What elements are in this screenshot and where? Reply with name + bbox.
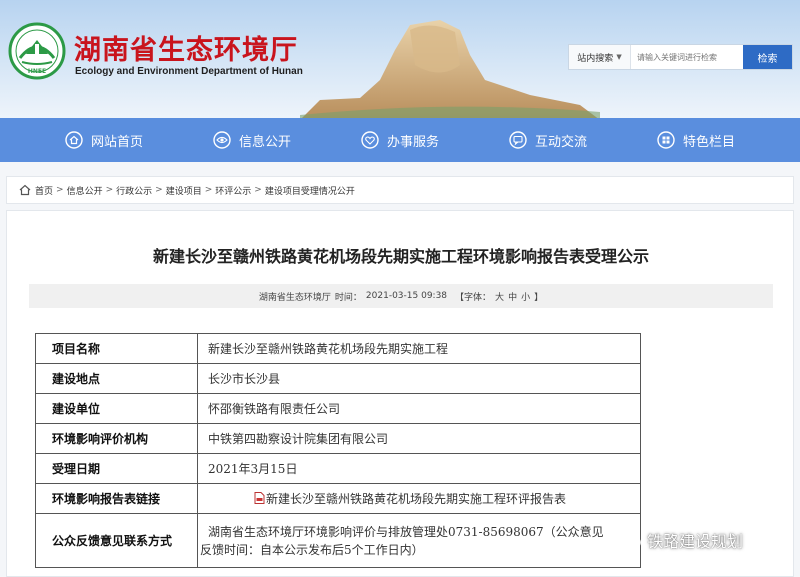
home-icon bbox=[19, 184, 31, 196]
font-size-small[interactable]: 小 bbox=[521, 290, 530, 303]
nav-item-info[interactable]: 信息公开 bbox=[213, 131, 291, 150]
table-row: 环境影响评价机构 中铁第四勘察设计院集团有限公司 bbox=[35, 423, 641, 454]
nav-item-home[interactable]: 网站首页 bbox=[65, 131, 143, 150]
table-row: 环境影响报告表链接 新建长沙至赣州铁路黄花机场段先期实施工程环评报告表 bbox=[35, 483, 641, 514]
table-value: 2021年3月15日 bbox=[197, 453, 641, 484]
site-subtitle: Ecology and Environment Department of Hu… bbox=[75, 66, 303, 77]
home-icon bbox=[65, 131, 83, 149]
nav-item-label: 网站首页 bbox=[90, 134, 143, 150]
search-scope-select[interactable]: 站内搜索 ▼ bbox=[569, 45, 631, 69]
nav-item-featured[interactable]: 特色栏目 bbox=[657, 131, 735, 150]
statue-illustration bbox=[300, 20, 600, 118]
search-button[interactable]: 检索 bbox=[743, 45, 792, 69]
table-key: 环境影响报告表链接 bbox=[35, 483, 198, 514]
search-input[interactable] bbox=[631, 45, 743, 69]
page: HNEE 湖南省生态环境厅 Ecology and Environment De… bbox=[0, 0, 800, 577]
chat-icon bbox=[509, 131, 527, 149]
project-info-table: 项目名称 新建长沙至赣州铁路黄花机场段先期实施工程 建设地点 长沙市长沙县 建设… bbox=[35, 333, 641, 568]
grid-icon bbox=[657, 131, 675, 149]
table-value: 怀邵衡铁路有限责任公司 bbox=[197, 393, 641, 424]
table-key: 建设单位 bbox=[35, 393, 198, 424]
report-link[interactable]: 新建长沙至赣州铁路黄花机场段先期实施工程环评报告表 bbox=[266, 492, 566, 506]
breadcrumb-link[interactable]: 环评公示 bbox=[215, 184, 251, 197]
eye-icon bbox=[213, 131, 231, 149]
nav-item-label: 信息公开 bbox=[238, 134, 291, 150]
breadcrumb-link[interactable]: 建设项目 bbox=[166, 184, 202, 197]
breadcrumb: 首页 > 信息公开 > 行政公示 > 建设项目 > 环评公示 > 建设项目受理情况公开 bbox=[6, 176, 794, 204]
wechat-watermark: 铁路建设规划 bbox=[615, 528, 743, 552]
font-size-close: 】 bbox=[534, 292, 544, 303]
article-time: 2021-03-15 09:38 bbox=[365, 291, 448, 301]
search-box: 站内搜索 ▼ 检索 bbox=[568, 44, 793, 70]
watermark-text: 铁路建设规划 bbox=[647, 532, 744, 551]
font-size-label: 【字体： bbox=[455, 292, 492, 303]
nav-item-label: 互动交流 bbox=[534, 134, 587, 150]
table-key: 环境影响评价机构 bbox=[35, 423, 198, 454]
table-key: 项目名称 bbox=[35, 333, 198, 364]
table-value: 湖南省生态环境厅环境影响评价与排放管理处0731-85698067（公众意见 反… bbox=[197, 513, 641, 568]
main-nav: 网站首页 信息公开 办事服务 互动交流 特色栏目 bbox=[0, 118, 800, 162]
nav-item-interaction[interactable]: 互动交流 bbox=[509, 131, 587, 150]
article-title: 新建长沙至赣州铁路黄花机场段先期实施工程环境影响报告表受理公示 bbox=[152, 247, 649, 266]
contact-line: 反馈时间：自本公示发布后5个工作日内） bbox=[200, 542, 424, 557]
table-key: 建设地点 bbox=[35, 363, 198, 394]
table-value: 新建长沙至赣州铁路黄花机场段先期实施工程 bbox=[197, 333, 641, 364]
pdf-document-icon bbox=[254, 492, 265, 504]
table-key: 公众反馈意见联系方式 bbox=[35, 513, 198, 568]
breadcrumb-link[interactable]: 行政公示 bbox=[116, 184, 152, 197]
header-banner: HNEE 湖南省生态环境厅 Ecology and Environment De… bbox=[0, 0, 800, 118]
nav-item-service[interactable]: 办事服务 bbox=[361, 131, 439, 150]
table-row: 公众反馈意见联系方式 湖南省生态环境厅环境影响评价与排放管理处0731-8569… bbox=[35, 513, 641, 568]
wechat-icon bbox=[615, 529, 641, 550]
contact-line: 湖南省生态环境厅环境影响评价与排放管理处0731-85698067（公众意见 bbox=[208, 524, 604, 539]
breadcrumb-link[interactable]: 建设项目受理情况公开 bbox=[265, 184, 355, 197]
font-size-medium[interactable]: 中 bbox=[508, 290, 517, 303]
table-key: 受理日期 bbox=[35, 453, 198, 484]
department-logo: HNEE bbox=[8, 22, 66, 80]
breadcrumb-link[interactable]: 信息公开 bbox=[67, 184, 103, 197]
table-value: 新建长沙至赣州铁路黄花机场段先期实施工程环评报告表 bbox=[197, 483, 641, 514]
breadcrumb-link[interactable]: 首页 bbox=[35, 184, 53, 197]
article-source: 湖南省生态环境厅 bbox=[258, 292, 331, 303]
nav-item-label: 特色栏目 bbox=[682, 134, 735, 150]
table-row: 建设地点 长沙市长沙县 bbox=[35, 363, 641, 394]
table-row: 受理日期 2021年3月15日 bbox=[35, 453, 641, 484]
table-value: 长沙市长沙县 bbox=[197, 363, 641, 394]
article-time-label: 时间： bbox=[334, 292, 362, 303]
article-meta: 湖南省生态环境厅 时间： 2021-03-15 09:38 【字体： 大 中 小… bbox=[29, 284, 773, 308]
table-value: 中铁第四勘察设计院集团有限公司 bbox=[197, 423, 641, 454]
nav-item-label: 办事服务 bbox=[386, 134, 439, 150]
caret-down-icon: ▼ bbox=[616, 53, 622, 61]
table-row: 建设单位 怀邵衡铁路有限责任公司 bbox=[35, 393, 641, 424]
svg-text:HNEE: HNEE bbox=[28, 68, 46, 75]
site-title: 湖南省生态环境厅 bbox=[74, 35, 298, 66]
search-scope-label: 站内搜索 bbox=[577, 53, 614, 64]
article: 新建长沙至赣州铁路黄花机场段先期实施工程环境影响报告表受理公示 湖南省生态环境厅… bbox=[6, 210, 794, 577]
table-row: 项目名称 新建长沙至赣州铁路黄花机场段先期实施工程 bbox=[35, 333, 641, 364]
font-size-large[interactable]: 大 bbox=[495, 290, 504, 303]
heart-icon bbox=[361, 131, 379, 149]
